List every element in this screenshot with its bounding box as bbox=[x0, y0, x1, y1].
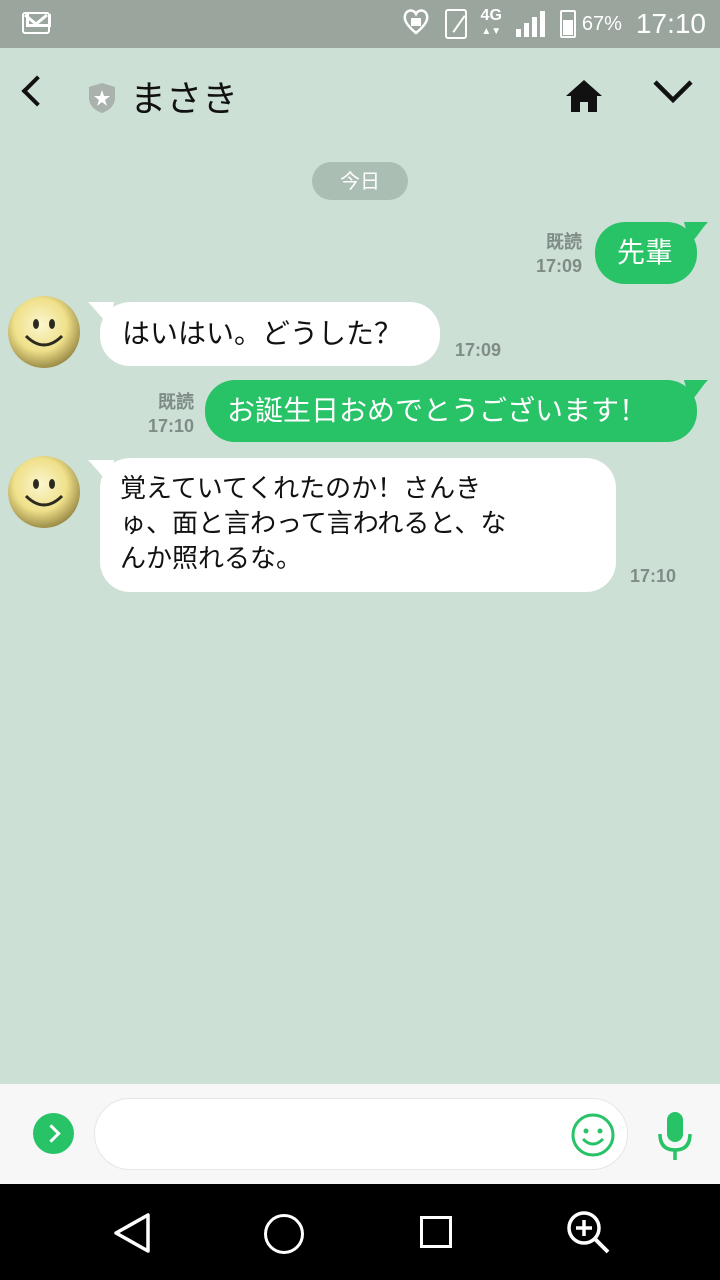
clock: 17:10 bbox=[635, 8, 706, 39]
status-bar: 4G ▲▼ 67% 17:10 bbox=[0, 0, 720, 48]
message-meta: 既読 17:09 bbox=[502, 230, 582, 278]
input-bar bbox=[0, 1084, 720, 1184]
message-time: 17:09 bbox=[455, 340, 502, 360]
expand-icon[interactable] bbox=[33, 1113, 74, 1154]
chevron-down-icon[interactable] bbox=[652, 76, 694, 106]
message-bubble-outgoing[interactable]: お誕生日おめでとうございます！ bbox=[205, 380, 697, 442]
message-time: 17:10 bbox=[630, 566, 677, 586]
read-receipt: 既読 bbox=[158, 392, 194, 412]
message-time: 17:10 bbox=[147, 416, 194, 436]
microphone-icon[interactable] bbox=[656, 1110, 694, 1162]
avatar[interactable] bbox=[8, 456, 80, 528]
message-meta: 既読 17:10 bbox=[132, 390, 194, 438]
phone-vibrate-icon bbox=[444, 9, 467, 39]
shield-star-icon bbox=[89, 83, 115, 113]
chat-title[interactable]: まさき bbox=[130, 70, 238, 122]
magnifier-icon[interactable] bbox=[564, 1208, 612, 1256]
signal-icon bbox=[515, 11, 546, 37]
system-nav-bar bbox=[0, 1184, 720, 1280]
back-arrow-icon[interactable] bbox=[21, 75, 53, 107]
chat-header: まさき bbox=[0, 48, 720, 144]
nav-home-icon[interactable] bbox=[264, 1214, 304, 1254]
date-separator: 今日 bbox=[312, 162, 408, 200]
battery-icon bbox=[559, 10, 576, 38]
message-text-line: ゅ、面と言わって言われると、な bbox=[120, 509, 507, 539]
message-bubble-incoming[interactable]: はいはい。どうした？ bbox=[100, 302, 440, 366]
heart-lock-icon bbox=[401, 6, 431, 43]
message-time: 17:09 bbox=[535, 256, 582, 276]
gmail-icon bbox=[22, 12, 50, 34]
read-receipt: 既読 bbox=[546, 232, 582, 252]
bubble-tail bbox=[684, 222, 708, 244]
avatar[interactable] bbox=[8, 296, 80, 368]
nav-recents-icon[interactable] bbox=[420, 1216, 452, 1248]
message-text-line: 覚えていてくれたのか！さんき bbox=[120, 474, 482, 504]
bubble-tail bbox=[684, 380, 708, 402]
network-type: 4G ▲▼ bbox=[480, 7, 502, 38]
message-text: はいはい。どうした？ bbox=[122, 317, 403, 350]
message-text: 先輩 bbox=[617, 236, 674, 269]
nav-back-icon[interactable] bbox=[110, 1210, 156, 1256]
battery-percent: 67% bbox=[581, 12, 622, 35]
message-text-line: んか照れるな。 bbox=[120, 544, 303, 574]
message-bubble-incoming[interactable]: 覚えていてくれたのか！さんき ゅ、面と言わって言われると、な んか照れるな。 bbox=[100, 458, 616, 592]
emoji-icon[interactable] bbox=[570, 1112, 616, 1158]
message-text: お誕生日おめでとうございます！ bbox=[227, 394, 648, 427]
message-input[interactable] bbox=[94, 1098, 628, 1170]
message-bubble-outgoing[interactable]: 先輩 bbox=[595, 222, 697, 284]
home-icon[interactable] bbox=[564, 76, 604, 116]
